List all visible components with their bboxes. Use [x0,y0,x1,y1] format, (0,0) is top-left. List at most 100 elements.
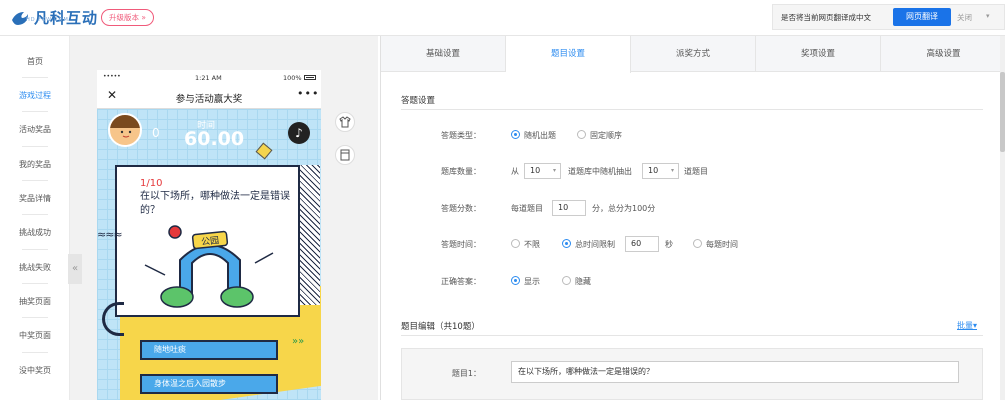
draw-count-value: 10 [648,166,659,175]
park-gate-illustration: 公园 [144,225,274,308]
status-time: 1:21 AM [195,74,222,82]
score-suffix: 分，总分为100分 [592,204,656,213]
option-hide[interactable]: 隐藏 [575,276,591,287]
timer-value: 60.00 [184,128,245,150]
settings-tabs: 基础设置 题目设置 派奖方式 奖项设置 高级设置 [381,36,1005,73]
translate-close-button[interactable]: 关闭 [957,12,972,23]
radio-per-question-time[interactable] [693,239,702,248]
radio-hide[interactable] [562,276,571,285]
battery-icon [304,75,316,80]
sidebar-item-challenge-success[interactable]: 挑战成功 [0,216,70,250]
radio-show[interactable] [511,276,520,285]
translate-bar: 是否将当前网页翻译成中文 网页翻译 关闭 ▾ [772,4,1005,30]
logo-subtext: HD.FKW.COM [26,17,69,23]
bank-count-value: 10 [530,166,541,175]
score-per-question-input[interactable]: 10 [552,200,586,216]
option-no-limit[interactable]: 不限 [524,239,540,250]
divider [22,352,48,353]
count-prefix: 从 [511,167,519,176]
time-unit: 秒 [665,240,673,249]
page-icon[interactable] [335,145,355,165]
tab-question-settings[interactable]: 题目设置 [506,36,631,73]
option-per-question-time[interactable]: 每题时间 [706,239,738,250]
option-random-order[interactable]: 随机出题 [524,130,556,141]
sidebar-nav: 首页 游戏过程 活动奖品 我的奖品 奖品详情 挑战成功 挑战失败 抽奖页面 中奖… [0,36,70,400]
sidebar-item-lottery-page[interactable]: 抽奖页面 [0,285,70,319]
phone-status-bar: ••••• 1:21 AM 100% [97,70,321,85]
music-icon[interactable]: ♪ [288,122,310,144]
question1-input[interactable]: 在以下场所，哪种做法一定是错误的？ [511,361,959,383]
batch-button[interactable]: 批量▾ [957,320,977,331]
question1-label: 题目1： [451,369,481,378]
translate-prompt: 是否将当前网页翻译成中文 [781,13,871,22]
question-text: 在以下场所，哪种做法一定是错误的？ [140,191,290,216]
answer-time-label: 答题时间： [441,240,481,249]
chevron-down-icon[interactable]: ▾ [986,12,990,20]
total-time-input[interactable]: 60 [625,236,659,252]
divider [22,283,48,284]
sidebar-item-challenge-fail[interactable]: 挑战失败 [0,251,70,285]
shirt-icon[interactable] [335,112,355,132]
sidebar-item-my-prizes[interactable]: 我的奖品 [0,148,70,182]
top-header: 凡科互动 HD.FKW.COM 升级版本 » 是否将当前网页翻译成中文 网页翻译… [0,0,1005,36]
question-edit-title: 题目编辑（共10题） [401,322,480,332]
arrows-decoration: »» [292,336,305,347]
divider [22,249,48,250]
sidebar-item-win-page[interactable]: 中奖页面 [0,319,70,353]
sidebar-item-activity-prizes[interactable]: 活动奖品 [0,113,70,147]
divider [22,146,48,147]
chevron-down-icon: ▾ [552,167,556,174]
question-count-label: 题库数量： [441,167,481,176]
radio-no-limit[interactable] [511,239,520,248]
tab-basic-settings[interactable]: 基础设置 [381,36,506,72]
divider [22,111,48,112]
squiggle-decoration: ≈≈≈ [97,228,123,241]
avatar-face [120,130,132,138]
draw-count-select[interactable]: 10 ▾ [642,163,679,179]
divider [401,335,983,336]
sidebar-item-prize-details[interactable]: 奖品详情 [0,182,70,216]
radio-fixed-order[interactable] [577,130,586,139]
divider [22,214,48,215]
collapse-sidebar-button[interactable]: « [68,254,82,284]
question-score-label: 答题分数： [441,204,481,213]
divider [22,317,48,318]
answer-settings-title: 答题设置 [401,96,436,106]
sidebar-item-no-win-page[interactable]: 没中奖页 [0,354,70,388]
count-middle-text: 道题库中随机抽出 [568,167,632,176]
translate-button[interactable]: 网页翻译 [893,8,951,26]
scrollbar-thumb[interactable] [1000,72,1005,152]
option-fixed-order[interactable]: 固定顺序 [590,130,622,141]
divider [22,180,48,181]
question-number: 1/10 [140,178,163,189]
divider [401,109,983,110]
correct-answer-label: 正确答案： [441,277,481,286]
battery-percent: 100% [283,74,302,82]
avatar [108,113,142,147]
radio-total-time[interactable] [562,239,571,248]
signal-icon: ••••• [103,73,121,80]
card-stripes-decoration [300,165,320,305]
score-value: 0 [152,126,160,140]
more-icon[interactable]: ••• [297,87,319,100]
tab-prize-distribution[interactable]: 派奖方式 [631,36,756,72]
answer-option-2[interactable]: 身体温之后入园散步 [140,374,278,394]
answer-option-1[interactable]: 随地吐痰 [140,340,278,360]
tab-award-settings[interactable]: 奖项设置 [756,36,881,72]
tab-advanced-settings[interactable]: 高级设置 [881,36,1005,72]
divider [22,77,48,78]
phone-nav-bar: ✕ 参与活动赢大奖 ••• [97,85,321,109]
sidebar-item-game-process[interactable]: 游戏过程 [0,79,70,113]
score-prefix: 每道题目 [511,204,543,213]
phone-title: 参与活动赢大奖 [175,94,243,105]
bank-count-select[interactable]: 10 ▾ [524,163,561,179]
radio-random-order[interactable] [511,130,520,139]
settings-panel: 基础设置 题目设置 派奖方式 奖项设置 高级设置 答题设置 答题类型： 随机出题… [380,36,1005,400]
option-show[interactable]: 显示 [524,276,540,287]
count-suffix: 道题目 [684,167,708,176]
chevron-down-icon: ▾ [670,167,674,174]
upgrade-button[interactable]: 升级版本 » [101,9,154,26]
sidebar-item-home[interactable]: 首页 [0,45,70,79]
option-total-time[interactable]: 总时间限制 [575,239,615,250]
question-type-label: 答题类型： [441,131,481,140]
